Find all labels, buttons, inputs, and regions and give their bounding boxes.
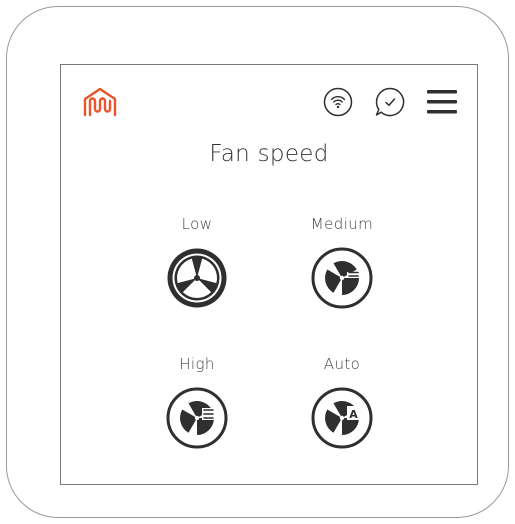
option-label: Low <box>181 215 213 233</box>
fan-icon <box>311 247 373 309</box>
fan-speed-option-low[interactable]: Low <box>137 215 257 309</box>
fan-speed-option-medium[interactable]: Medium <box>282 215 402 309</box>
page-title: Fan speed <box>209 141 329 167</box>
auto-badge: A <box>349 408 358 421</box>
fan-speed-option-high[interactable]: High <box>137 355 257 449</box>
option-label: Auto <box>323 355 361 373</box>
fan-icon: A <box>311 387 373 449</box>
house-waves-logo-icon <box>83 87 117 117</box>
fan-icon <box>167 248 227 308</box>
thermostat-device: Fan speed Low Medium High Auto A <box>6 6 509 518</box>
fan-icon <box>166 387 228 449</box>
option-label: Medium <box>310 215 374 233</box>
option-label: High <box>179 355 215 373</box>
fan-speed-option-auto[interactable]: Auto A <box>282 355 402 449</box>
wifi-icon[interactable] <box>323 87 353 117</box>
chat-check-icon[interactable] <box>374 86 406 118</box>
hamburger-menu-icon[interactable] <box>426 87 458 117</box>
device-screen: Fan speed Low Medium High Auto A <box>60 64 478 485</box>
